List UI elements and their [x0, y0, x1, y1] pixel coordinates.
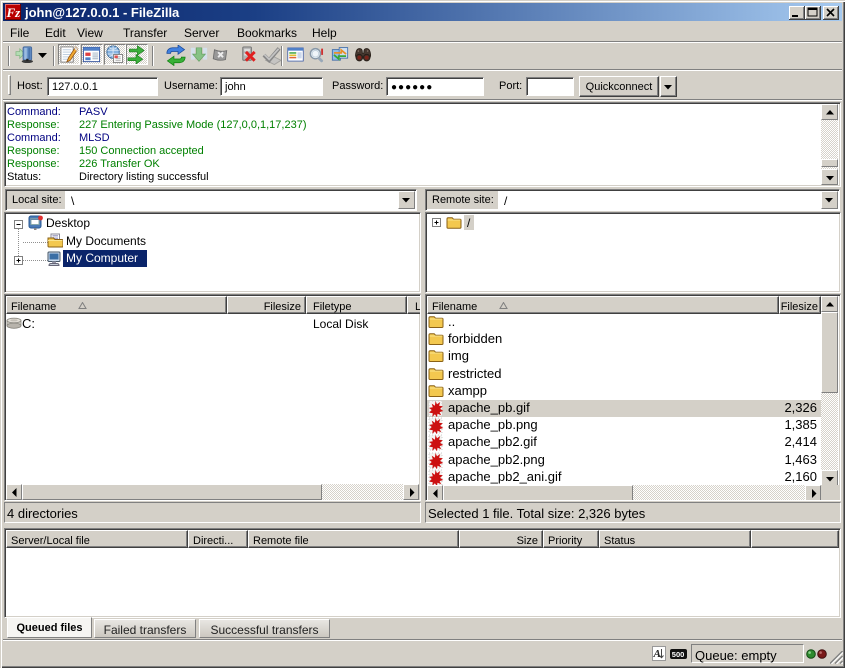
svg-text:Fz: Fz: [6, 5, 22, 20]
svg-text:A: A: [653, 648, 661, 660]
svg-text:500: 500: [672, 650, 685, 659]
